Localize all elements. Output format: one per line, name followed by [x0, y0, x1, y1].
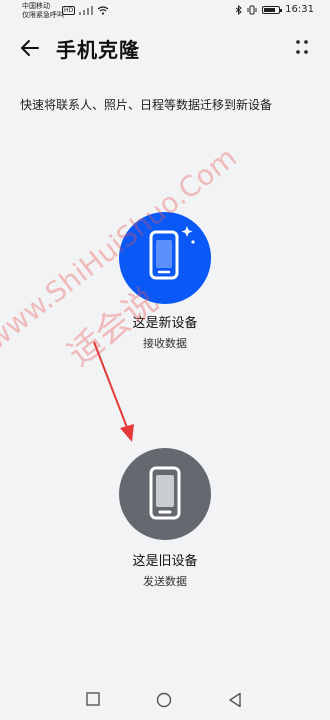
- battery-icon: [262, 5, 283, 14]
- carrier-info: 中国移动 仅限紧急呼叫: [22, 2, 64, 20]
- bluetooth-icon: [235, 4, 242, 15]
- hd-badge: HD: [62, 6, 76, 15]
- page-title: 手机克隆: [56, 38, 140, 62]
- status-time: 16:31: [285, 4, 314, 15]
- old-device-label: 这是旧设备: [132, 554, 198, 569]
- old-device-circle[interactable]: [119, 448, 211, 540]
- signal-icons: HD: [62, 6, 109, 15]
- new-device-circle[interactable]: [119, 212, 211, 304]
- annotation-arrow-icon: [93, 341, 134, 442]
- old-device-option[interactable]: 这是旧设备 发送数据: [0, 448, 330, 589]
- more-options-icon[interactable]: [294, 38, 310, 56]
- new-device-label: 这是新设备: [132, 316, 198, 331]
- vibrate-icon: [247, 5, 257, 14]
- new-device-sublabel: 接收数据: [143, 337, 187, 350]
- back-arrow-icon[interactable]: [18, 36, 42, 60]
- home-icon[interactable]: [156, 692, 172, 708]
- system-nav-bar: [0, 680, 330, 720]
- wifi-icon: [97, 6, 109, 15]
- new-device-option[interactable]: 这是新设备 接收数据: [0, 212, 330, 351]
- status-bar: 中国移动 仅限紧急呼叫 HD 16:31: [0, 0, 330, 24]
- page-description: 快速将联系人、照片、日程等数据迁移到新设备: [20, 98, 273, 112]
- recent-apps-icon[interactable]: [86, 692, 100, 706]
- old-device-sublabel: 发送数据: [143, 575, 187, 588]
- carrier-name: 中国移动: [22, 2, 50, 10]
- signal-icon: [79, 6, 94, 15]
- new-phone-icon: [149, 226, 195, 280]
- old-phone-icon: [149, 466, 181, 520]
- emergency-only-text: 仅限紧急呼叫: [22, 11, 64, 19]
- back-nav-icon[interactable]: [228, 692, 242, 708]
- status-right: 16:31: [235, 4, 314, 15]
